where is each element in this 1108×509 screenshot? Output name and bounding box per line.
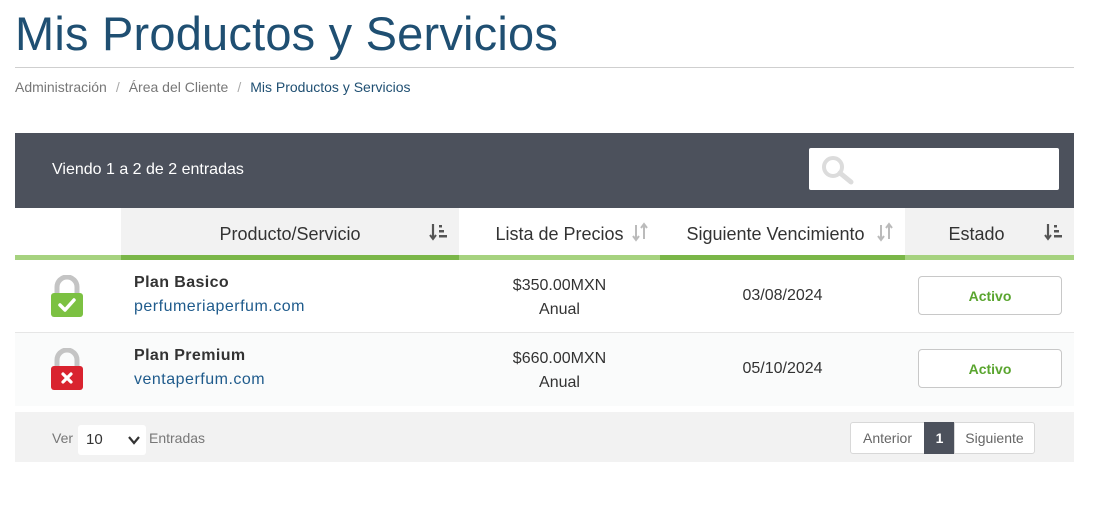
breadcrumb-item-administracion[interactable]: Administración bbox=[15, 79, 107, 95]
sort-both-icon bbox=[632, 222, 648, 242]
breadcrumb: Administración / Área del Cliente / Mis Prod… bbox=[15, 79, 411, 95]
lock-x-icon bbox=[51, 348, 83, 390]
pagination-next-button[interactable]: Siguiente bbox=[954, 422, 1035, 454]
header-label: Estado bbox=[948, 223, 1005, 244]
product-price: $660.00MXN Anual bbox=[459, 347, 660, 395]
price-amount: $660.00MXN bbox=[512, 350, 607, 367]
due-date: 05/10/2024 bbox=[742, 360, 823, 377]
lock-check-icon bbox=[51, 275, 83, 317]
search-icon bbox=[822, 156, 854, 185]
breadcrumb-separator: / bbox=[237, 79, 242, 95]
sort-desc-icon bbox=[429, 224, 447, 241]
header-label: Producto/Servicio bbox=[219, 223, 361, 244]
status-badge[interactable]: Activo bbox=[918, 276, 1062, 315]
pagination-previous-button[interactable]: Anterior bbox=[850, 422, 925, 454]
table-toolbar: Viendo 1 a 2 de 2 entradas bbox=[15, 133, 1074, 208]
breadcrumb-separator: / bbox=[115, 79, 120, 95]
header-icon-column bbox=[15, 208, 121, 260]
status-badge[interactable]: Activo bbox=[918, 349, 1062, 388]
page-length-label: Ver bbox=[52, 430, 74, 446]
sort-both-icon bbox=[877, 222, 893, 242]
header-siguiente-vencimiento[interactable]: Siguiente Vencimiento bbox=[660, 208, 905, 260]
page-title: Mis Productos y Servicios bbox=[15, 7, 559, 60]
breadcrumb-current: Mis Productos y Servicios bbox=[250, 79, 411, 95]
header-label: Siguiente Vencimiento bbox=[686, 223, 865, 244]
header-producto-servicio[interactable]: Producto/Servicio bbox=[121, 208, 459, 260]
search-box[interactable] bbox=[809, 148, 1059, 190]
header-estado[interactable]: Estado bbox=[905, 208, 1074, 260]
product-price: $350.00MXN Anual bbox=[459, 274, 660, 322]
entries-info: Viendo 1 a 2 de 2 entradas bbox=[52, 161, 244, 178]
search-input[interactable] bbox=[859, 148, 1054, 190]
product-name: Plan Premium bbox=[134, 347, 246, 364]
table-footer: Ver 10 Entradas Anterior 1 Siguiente bbox=[15, 412, 1074, 462]
pagination-page-1[interactable]: 1 bbox=[924, 422, 955, 454]
product-domain-link[interactable]: perfumeriaperfum.com bbox=[134, 298, 305, 316]
header-lista-precios[interactable]: Lista de Precios bbox=[459, 208, 660, 260]
product-name: Plan Basico bbox=[134, 274, 230, 291]
table-header: Producto/Servicio Lista de Precios Sigui… bbox=[15, 208, 1074, 260]
product-domain-link[interactable]: ventaperfum.com bbox=[134, 371, 265, 389]
page-length-select[interactable]: 10 bbox=[78, 425, 146, 455]
table-row[interactable]: Plan Basico perfumeriaperfum.com $350.00… bbox=[15, 260, 1074, 333]
sort-desc-icon bbox=[1044, 224, 1062, 241]
price-amount: $350.00MXN bbox=[512, 277, 607, 294]
breadcrumb-item-area-cliente[interactable]: Área del Cliente bbox=[129, 79, 229, 95]
entries-label: Entradas bbox=[149, 430, 206, 446]
billing-cycle: Anual bbox=[539, 301, 580, 318]
chevron-down-icon bbox=[128, 436, 140, 445]
billing-cycle: Anual bbox=[539, 374, 580, 391]
due-date: 03/08/2024 bbox=[742, 287, 823, 304]
header-label: Lista de Precios bbox=[495, 223, 624, 244]
table-row[interactable]: Plan Premium ventaperfum.com $660.00MXN … bbox=[15, 333, 1074, 406]
title-divider bbox=[15, 67, 1074, 68]
page-length-value: 10 bbox=[86, 431, 103, 448]
pagination: Anterior 1 Siguiente bbox=[850, 422, 1035, 454]
